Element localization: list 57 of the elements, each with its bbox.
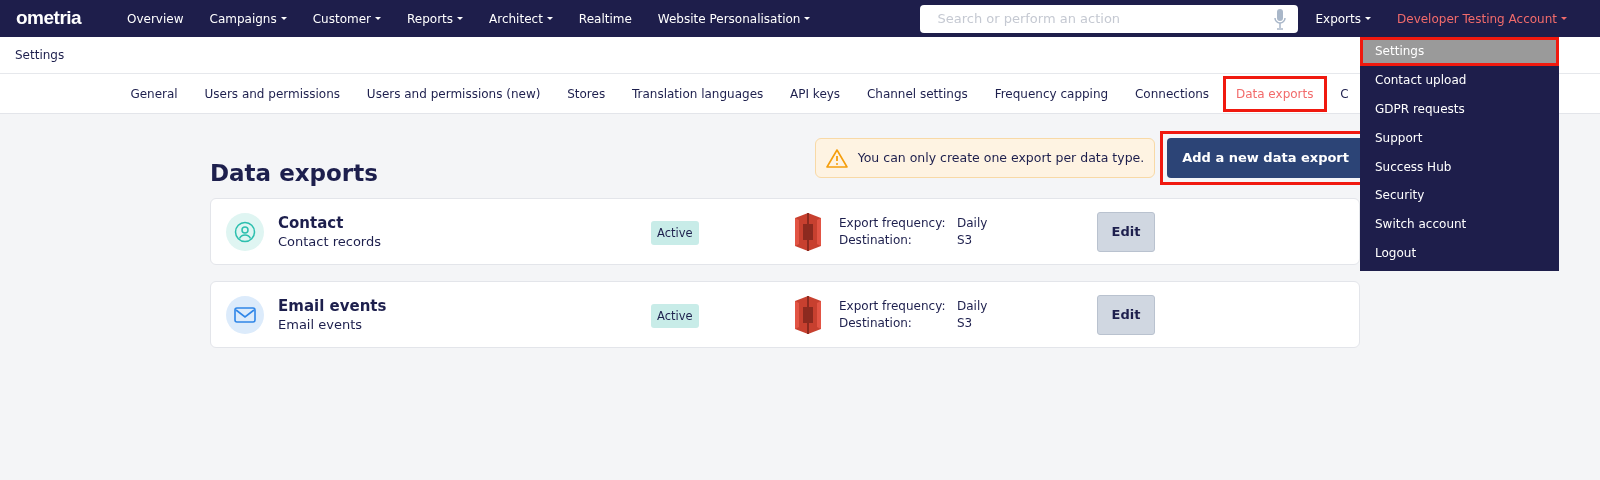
- menu-item[interactable]: Logout: [1360, 238, 1559, 268]
- edit-button[interactable]: Edit: [1097, 294, 1155, 335]
- menu-item[interactable]: Security: [1360, 181, 1559, 210]
- microphone-icon[interactable]: [1274, 7, 1287, 30]
- nav-menu-item[interactable]: Customer: [299, 0, 394, 37]
- detail-label: Export frequency:: [839, 216, 947, 230]
- tab[interactable]: Stores: [553, 75, 619, 112]
- edit-button[interactable]: Edit: [1097, 211, 1155, 252]
- nav-menu-item[interactable]: Overview: [114, 0, 197, 37]
- warning-icon: [825, 147, 848, 168]
- tab[interactable]: Translation languages: [618, 75, 777, 112]
- export-name: Email events: [278, 297, 388, 315]
- status-badge: Active: [651, 221, 699, 245]
- nav-menu-item[interactable]: Website Personalisation: [644, 0, 824, 37]
- menu-item[interactable]: GDPR requests: [1360, 94, 1559, 124]
- tab[interactable]: C: [1326, 75, 1363, 112]
- tab[interactable]: Users and permissions: [191, 75, 354, 112]
- tab[interactable]: Users and permissions (new): [353, 75, 554, 112]
- menu-item[interactable]: Switch account: [1360, 209, 1559, 239]
- export-description: Contact records: [278, 234, 382, 249]
- nav-menu-item[interactable]: Campaigns: [196, 0, 300, 37]
- search-input[interactable]: Search or perform an action: [935, 10, 1275, 27]
- notice-text: You can only create one export per data type.: [857, 150, 1145, 165]
- caret-icon: [1365, 17, 1371, 20]
- export-name: Contact: [278, 214, 345, 232]
- caret-icon: [804, 17, 811, 20]
- menu-item[interactable]: Contact upload: [1360, 65, 1559, 95]
- nav-menu-item[interactable]: Reports: [394, 0, 477, 37]
- detail-value: S3: [957, 233, 974, 247]
- search-field[interactable]: Search or perform an action: [920, 4, 1299, 33]
- detail-value: Daily: [957, 216, 989, 230]
- caret-icon: [280, 17, 287, 20]
- status-badge: Active: [651, 304, 699, 328]
- detail-value: Daily: [957, 299, 989, 313]
- nav-menu-item[interactable]: Realtime: [565, 0, 645, 37]
- nav-menu-item[interactable]: Architect: [476, 0, 566, 37]
- caret-icon: [375, 17, 381, 20]
- tab[interactable]: Channel settings: [853, 75, 982, 112]
- exports-menu[interactable]: Exports: [1302, 0, 1384, 37]
- account-menu[interactable]: Developer Testing Account: [1384, 0, 1580, 37]
- detail-label: Destination:: [839, 233, 913, 247]
- person-icon: [226, 212, 264, 251]
- tab[interactable]: General: [117, 75, 192, 112]
- detail-label: Destination:: [839, 316, 913, 330]
- page-title: Data exports: [210, 159, 379, 186]
- tab[interactable]: API keys: [776, 75, 854, 112]
- breadcrumb: Settings: [15, 48, 65, 62]
- tab[interactable]: Frequency capping: [981, 75, 1122, 112]
- logo[interactable]: ometria: [16, 6, 96, 31]
- export-description: Email events: [278, 317, 363, 332]
- envelope-icon: [226, 295, 264, 334]
- detail-label: Export frequency:: [839, 299, 947, 313]
- tab[interactable]: Connections: [1121, 75, 1223, 112]
- caret-icon: [457, 17, 464, 20]
- detail-value: S3: [957, 316, 974, 330]
- caret-icon: [546, 17, 553, 20]
- caret-icon: [1561, 17, 1567, 20]
